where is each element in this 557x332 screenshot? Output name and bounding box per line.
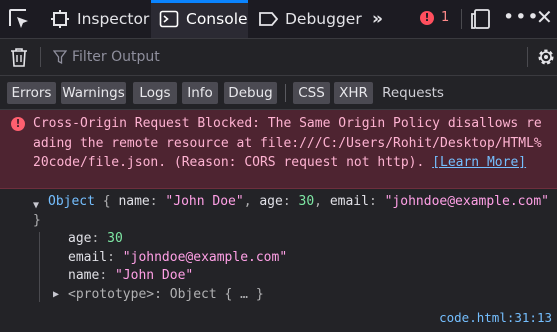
punctuation: : — [107, 249, 123, 265]
learn-more-link[interactable]: [Learn More] — [432, 155, 526, 170]
punctuation: : — [149, 194, 166, 209]
tab-label: Console — [186, 10, 248, 28]
property-key: name — [68, 268, 100, 283]
tree-guide-line — [39, 232, 40, 302]
dock-side-icon[interactable] — [471, 8, 493, 30]
property-value: "John Doe" — [114, 268, 194, 283]
error-icon: ! — [420, 10, 434, 25]
tab-console[interactable]: Console — [151, 0, 248, 38]
more-options-icon[interactable]: ••• — [503, 6, 540, 28]
property-key: age — [68, 231, 92, 246]
object-property-row: age: 30 — [68, 230, 123, 249]
punctuation: : — [91, 231, 108, 246]
tab-debugger[interactable]: Debugger — [258, 0, 362, 38]
selected-tab-indicator — [151, 0, 248, 3]
punctuation: { — [94, 194, 119, 209]
object-preview[interactable]: Object { name: "John Doe", age: 30, emai… — [33, 193, 549, 230]
close-icon[interactable]: ✕ — [536, 5, 553, 29]
debugger-icon — [259, 12, 278, 26]
property-key: email — [68, 249, 108, 265]
trash-icon[interactable] — [10, 47, 28, 67]
filter-bar — [0, 39, 557, 76]
error-message-row: ! Cross-Origin Request Blocked: The Same… — [0, 110, 557, 189]
gear-icon[interactable] — [535, 46, 557, 68]
filter-requests-button[interactable]: Requests — [382, 82, 444, 104]
preview-key: age — [259, 194, 283, 209]
preview-value: "John Doe" — [165, 194, 244, 209]
element-picker-icon[interactable] — [6, 6, 32, 32]
preview-key: name — [118, 194, 150, 209]
devtools-toolbar: Inspector Console Debugger » ! 1 ••• ✕ — [0, 0, 557, 39]
punctuation: : — [282, 194, 299, 209]
levels-separator — [285, 84, 286, 102]
punctuation: , — [314, 194, 330, 209]
punctuation: , — [243, 194, 260, 209]
error-count-badge[interactable]: ! 1 — [420, 10, 449, 25]
expand-arrow-icon[interactable]: ▶ — [53, 286, 59, 305]
preview-value: "johndoe@example.com" — [384, 194, 549, 209]
preview-key: email — [329, 194, 369, 209]
object-type: Object — [48, 194, 95, 209]
filter-icon — [53, 50, 67, 64]
prototype-row[interactable]: <prototype>: Object { … } — [68, 286, 264, 305]
console-icon — [159, 10, 179, 28]
overflow-chevrons-icon[interactable]: » — [372, 9, 383, 29]
tab-label: Debugger — [285, 10, 362, 28]
error-message: Cross-Origin Request Blocked: The Same O… — [33, 114, 549, 173]
punctuation: : — [368, 194, 385, 209]
source-location-link[interactable]: code.html:31:13 — [439, 309, 552, 328]
object-property-row: name: "John Doe" — [68, 267, 193, 286]
filter-errors-button[interactable]: Errors — [7, 82, 56, 104]
filter-separator — [527, 47, 528, 67]
filter-output-input[interactable] — [72, 46, 512, 68]
tab-label: Inspector — [77, 10, 150, 28]
property-value: "johndoe@example.com" — [122, 249, 288, 265]
inspector-icon — [51, 10, 69, 28]
filter-css-button[interactable]: CSS — [293, 82, 330, 104]
object-property-row: email: "johndoe@example.com" — [68, 249, 287, 268]
log-level-filters: Errors Warnings Logs Info Debug CSS XHR … — [0, 76, 557, 110]
property-value: 30 — [107, 231, 123, 246]
preview-value: 30 — [298, 194, 315, 209]
filter-logs-button[interactable]: Logs — [133, 82, 177, 104]
toolbar-separator — [461, 9, 462, 29]
punctuation: : — [99, 268, 115, 283]
filter-debug-button[interactable]: Debug — [224, 82, 277, 104]
object-log-row: ▼ Object { name: "John Doe", age: 30, em… — [0, 189, 557, 332]
filter-info-button[interactable]: Info — [182, 82, 218, 104]
tab-inspector[interactable]: Inspector — [50, 0, 149, 38]
filter-xhr-button[interactable]: XHR — [334, 82, 373, 104]
filter-separator — [40, 47, 41, 67]
error-icon: ! — [11, 117, 25, 131]
error-count: 1 — [441, 10, 450, 25]
filter-warnings-button[interactable]: Warnings — [61, 82, 126, 104]
